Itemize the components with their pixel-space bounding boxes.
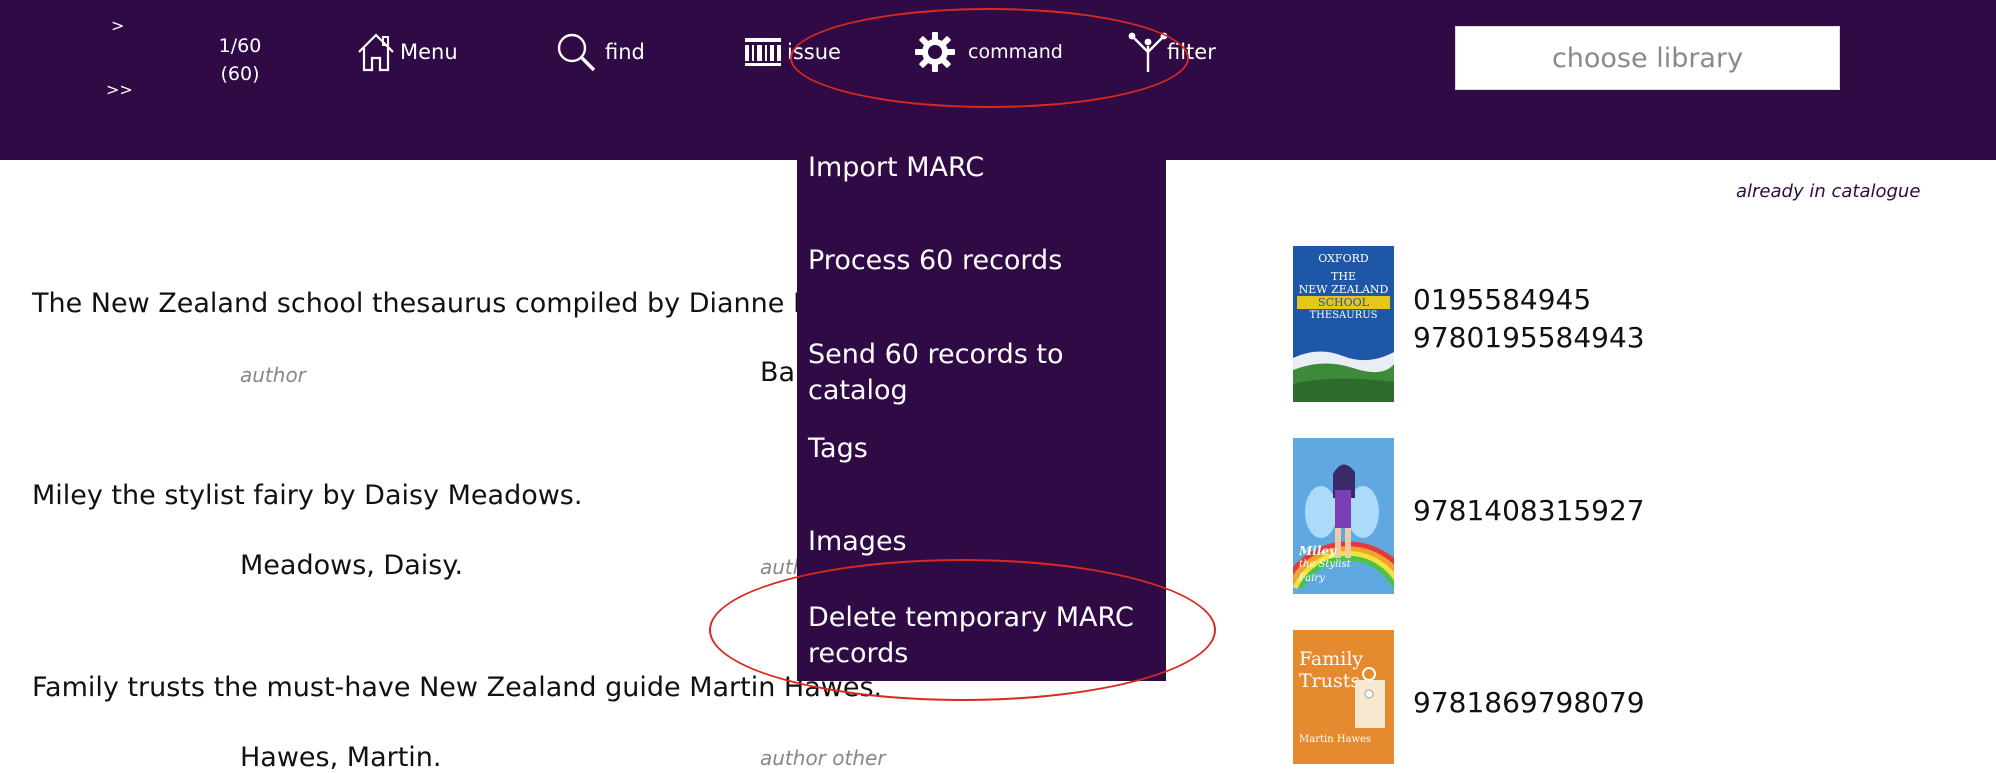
- last-page-button[interactable]: >>: [106, 80, 133, 99]
- record-author: Ba: [760, 357, 796, 388]
- fairy-illustration: [1293, 438, 1394, 594]
- nav-menu-label: Menu: [400, 40, 458, 64]
- cover-text: Martin Hawes: [1299, 734, 1372, 745]
- record-title[interactable]: Family trusts the must-have New Zealand …: [32, 672, 882, 703]
- menu-item-tags[interactable]: Tags: [808, 431, 1148, 467]
- nav-issue-label: issue: [787, 40, 841, 64]
- top-navigation-bar: > >> 1/60 (60) Menu find issue command f…: [0, 0, 1996, 160]
- cover-text: Miley: [1299, 544, 1337, 558]
- envelope-tag-illustration: [1355, 667, 1385, 728]
- isbn-value: 9781408315927: [1413, 494, 1645, 527]
- cover-text: Fairy: [1299, 573, 1325, 584]
- cover-text: SCHOOL: [1297, 296, 1390, 309]
- menu-item-images[interactable]: Images: [808, 524, 1148, 560]
- book-cover-image[interactable]: Miley the Stylist Fairy: [1293, 438, 1394, 594]
- search-icon: [555, 31, 597, 73]
- book-cover-image[interactable]: OXFORD THE NEW ZEALAND SCHOOL THESAURUS: [1293, 246, 1394, 402]
- nav-filter-button[interactable]: filter: [1127, 28, 1216, 76]
- nav-filter-label: filter: [1167, 40, 1216, 64]
- next-page-button[interactable]: >: [111, 16, 124, 35]
- isbn-value: 9781869798079: [1413, 686, 1645, 719]
- nav-find-label: find: [605, 40, 645, 64]
- page-counter: 1/60 (60): [210, 32, 270, 88]
- nav-command-label: command: [968, 41, 1063, 63]
- record-author: Hawes, Martin.: [240, 742, 442, 773]
- book-cover-image[interactable]: Family Trusts Martin Hawes: [1293, 630, 1394, 764]
- cover-text: the Stylist: [1299, 559, 1351, 570]
- nav-command-button[interactable]: command: [914, 28, 1063, 76]
- nav-issue-button[interactable]: issue: [743, 28, 841, 76]
- barcode-icon: [743, 35, 783, 69]
- author-field-label: author: [240, 363, 306, 387]
- menu-item-import-marc[interactable]: Import MARC: [808, 150, 1148, 186]
- record-title[interactable]: Miley the stylist fairy by Daisy Meadows…: [32, 480, 582, 511]
- cover-text: THESAURUS: [1309, 310, 1378, 321]
- menu-item-process-records[interactable]: Process 60 records: [808, 243, 1148, 279]
- menu-item-send-to-catalog[interactable]: Send 60 records to catalog: [808, 337, 1148, 409]
- isbn-value: 0195584945: [1413, 283, 1592, 316]
- filter-icon: [1127, 30, 1169, 74]
- record-author: Meadows, Daisy.: [240, 550, 464, 581]
- choose-library-input[interactable]: choose library: [1455, 26, 1840, 90]
- already-in-catalogue-note: already in catalogue: [1736, 181, 1921, 202]
- command-dropdown-menu: Import MARC Process 60 records Send 60 r…: [797, 150, 1166, 681]
- landscape-illustration: [1293, 351, 1394, 402]
- cover-text: NEW ZEALAND: [1298, 283, 1389, 296]
- cover-text: OXFORD: [1318, 252, 1369, 265]
- menu-item-delete-temporary-marc[interactable]: Delete temporary MARC records: [808, 600, 1148, 672]
- cover-text: THE: [1331, 270, 1356, 283]
- isbn-value: 9780195584943: [1413, 321, 1645, 354]
- gear-icon: [914, 31, 956, 73]
- page-total: (60): [220, 63, 260, 85]
- nav-menu-button[interactable]: Menu: [356, 28, 458, 76]
- author-field-label: author other: [760, 746, 886, 770]
- page-position: 1/60: [218, 35, 262, 57]
- home-icon: [356, 31, 396, 73]
- record-title[interactable]: The New Zealand school thesaurus compile…: [32, 288, 828, 319]
- nav-find-button[interactable]: find: [555, 28, 645, 76]
